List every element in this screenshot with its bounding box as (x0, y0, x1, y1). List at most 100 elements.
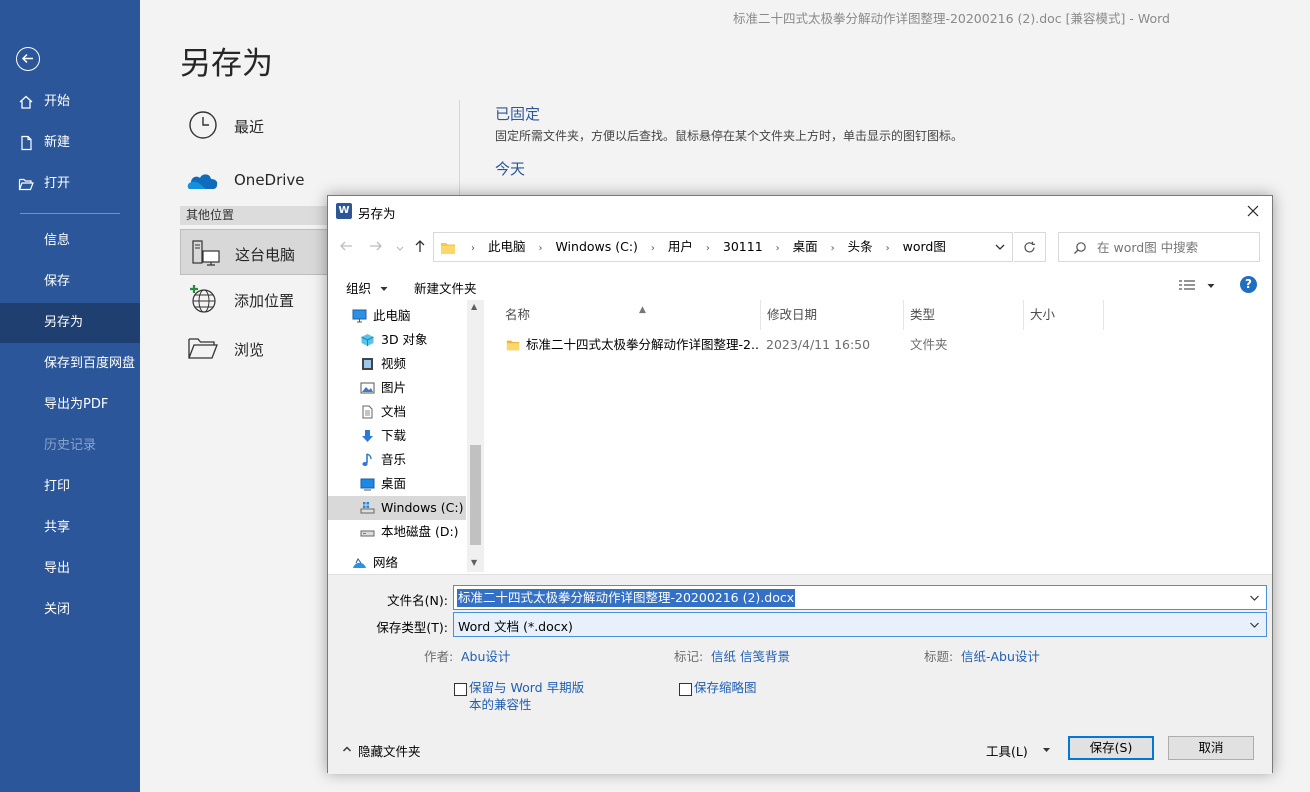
tree-item-music[interactable]: 音乐 (328, 448, 468, 472)
nav-save-as[interactable]: 另存为 (0, 303, 140, 343)
forward-arrow-icon (370, 241, 382, 251)
nav-history: 历史记录 (0, 426, 140, 466)
address-bar[interactable]: › 此电脑 › Windows (C:) › 用户 › 30111 › 桌面 ›… (433, 232, 1013, 262)
column-header-type[interactable]: 类型 (904, 300, 1024, 330)
tree-item-desktop[interactable]: 桌面 (328, 472, 468, 496)
nav-print[interactable]: 打印 (0, 467, 140, 507)
location-recent[interactable]: 最近 (180, 102, 330, 148)
compatibility-checkbox[interactable] (454, 683, 467, 696)
help-button[interactable]: ? (1240, 276, 1257, 293)
search-input[interactable] (1097, 238, 1255, 256)
nav-share[interactable]: 共享 (0, 508, 140, 548)
file-name: 标准二十四式太极拳分解动作详图整理-2... (526, 337, 758, 352)
today-title: 今天 (495, 160, 526, 178)
breadcrumb: › 此电脑 › Windows (C:) › 用户 › 30111 › 桌面 ›… (462, 233, 946, 261)
thumbnail-checkbox[interactable] (679, 683, 692, 696)
tree-item-documents[interactable]: 文档 (328, 400, 468, 424)
breadcrumb-item[interactable]: word图 (903, 239, 946, 254)
tree-label: 音乐 (381, 452, 407, 467)
scrollbar-thumb[interactable] (470, 445, 481, 545)
back-button[interactable] (338, 238, 360, 260)
filetype-select[interactable]: Word 文档 (*.docx) (453, 612, 1267, 637)
tags-value[interactable]: 信纸 信笺背景 (711, 646, 790, 665)
nav-open[interactable]: 打开 (0, 164, 140, 204)
nav-home[interactable]: 开始 (0, 82, 140, 122)
breadcrumb-item[interactable]: 此电脑 (488, 239, 526, 254)
tree-item-local-disk-d[interactable]: 本地磁盘 (D:) (328, 520, 468, 544)
close-button[interactable] (1242, 200, 1264, 222)
thumbnail-label[interactable]: 保存缩略图 (694, 679, 757, 696)
add-place-globe-icon (190, 285, 216, 313)
subject-label: 标题: (924, 649, 954, 664)
breadcrumb-item[interactable]: Windows (C:) (555, 239, 637, 254)
chevron-down-icon[interactable] (1249, 594, 1260, 602)
dialog-title: 另存为 (358, 206, 396, 221)
author-value[interactable]: Abu设计 (461, 646, 510, 665)
tree-item-this-pc[interactable]: 此电脑 (328, 304, 468, 328)
tree-item-pictures[interactable]: 图片 (328, 376, 468, 400)
location-onedrive[interactable]: OneDrive (180, 157, 330, 203)
refresh-button[interactable] (1014, 232, 1046, 262)
panel-divider (459, 100, 460, 200)
location-browse[interactable]: 浏览 (180, 325, 330, 371)
chevron-down-icon[interactable] (994, 241, 1006, 253)
tools-button[interactable]: 工具(L) (986, 741, 1028, 760)
nav-info[interactable]: 信息 (0, 221, 140, 261)
nav-export[interactable]: 导出 (0, 549, 140, 589)
subject-value[interactable]: 信纸-Abu设计 (961, 646, 1040, 665)
nav-label: 新建 (44, 135, 71, 150)
breadcrumb-item[interactable]: 桌面 (793, 239, 818, 254)
close-icon (1247, 205, 1259, 217)
back-arrow-icon[interactable] (16, 47, 40, 71)
tree-item-downloads[interactable]: 下载 (328, 424, 468, 448)
organize-button[interactable]: 组织 (346, 278, 389, 297)
new-folder-button[interactable]: 新建文件夹 (414, 278, 477, 297)
navigation-scrollbar[interactable]: ▲ ▼ (467, 300, 484, 572)
column-header-name[interactable]: 名称 ▲ (499, 300, 761, 330)
filename-input[interactable] (457, 589, 1237, 607)
nav-new[interactable]: 新建 (0, 123, 140, 163)
nav-label: 导出 (44, 561, 71, 576)
save-button[interactable]: 保存(S) (1068, 736, 1154, 760)
location-this-pc[interactable]: 这台电脑 (180, 229, 330, 275)
folder-icon (506, 340, 520, 351)
breadcrumb-separator-icon: › (885, 243, 890, 254)
tree-item-videos[interactable]: 视频 (328, 352, 468, 376)
forward-button[interactable] (368, 238, 390, 260)
clock-icon (189, 111, 217, 139)
tree-item-network[interactable]: 网络 (328, 551, 468, 572)
chevron-up-icon (343, 746, 351, 752)
tree-label: 桌面 (381, 476, 407, 491)
compatibility-label-line2[interactable]: 本的兼容性 (469, 696, 532, 713)
filename-combobox[interactable]: 标准二十四式太极拳分解动作详图整理-20200216 (2).docx (453, 585, 1267, 610)
nav-label: 信息 (44, 233, 71, 248)
column-header-size[interactable]: 大小 (1024, 300, 1104, 330)
change-view-button[interactable] (1178, 278, 1218, 294)
tree-item-3d-objects[interactable]: 3D 对象 (328, 328, 468, 352)
tree-item-windows-c[interactable]: Windows (C:) (328, 496, 466, 520)
chevron-down-icon[interactable] (1042, 747, 1051, 753)
filename-label: 文件名(N): (387, 593, 448, 608)
nav-close[interactable]: 关闭 (0, 590, 140, 630)
compatibility-label-line1[interactable]: 保留与 Word 早期版 (469, 679, 584, 696)
nav-export-pdf[interactable]: 导出为PDF (0, 385, 140, 425)
scroll-down-icon[interactable]: ▼ (471, 558, 477, 567)
file-row[interactable]: 标准二十四式太极拳分解动作详图整理-2... 2023/4/11 16:50 文… (499, 334, 1119, 356)
up-button[interactable] (412, 238, 434, 260)
up-arrow-icon (415, 240, 425, 252)
nav-label: 开始 (44, 94, 71, 109)
location-label: OneDrive (234, 171, 305, 189)
breadcrumb-item[interactable]: 用户 (668, 239, 693, 254)
nav-save-to-baidu[interactable]: 保存到百度网盘 (0, 344, 140, 384)
nav-save[interactable]: 保存 (0, 262, 140, 302)
nav-label: 打印 (44, 479, 71, 494)
breadcrumb-item[interactable]: 头条 (848, 239, 873, 254)
breadcrumb-item[interactable]: 30111 (723, 239, 763, 254)
cancel-button[interactable]: 取消 (1168, 736, 1254, 760)
scroll-up-icon[interactable]: ▲ (471, 302, 477, 311)
chevron-down-icon (1250, 622, 1259, 628)
search-box[interactable] (1058, 232, 1260, 262)
location-add-place[interactable]: 添加位置 (180, 276, 330, 322)
location-label: 浏览 (234, 341, 265, 359)
column-header-date[interactable]: 修改日期 (761, 300, 904, 330)
